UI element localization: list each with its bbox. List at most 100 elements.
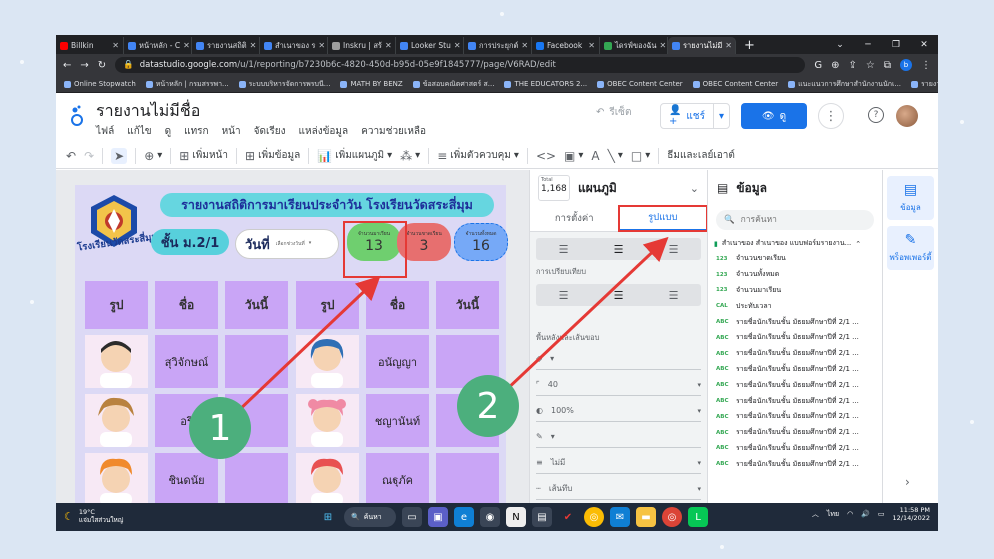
border-weight-select[interactable]: ≡ ไม่มี ▾ — [536, 452, 701, 474]
bookmark-item[interactable]: Online Stopwatch — [64, 80, 136, 88]
browser-tab[interactable]: Billkin ✕ — [56, 37, 124, 54]
community-viz-button[interactable]: ⁂ ▾ — [400, 149, 420, 163]
data-field[interactable]: ABC รายชื่อนักเรียนชั้น มัธยมศึกษาปีที่ 2… — [708, 393, 882, 409]
browser-tab[interactable]: Inskru | สร้ ✕ — [328, 37, 396, 54]
zoom-button[interactable]: ⊕ ▾ — [144, 149, 162, 163]
date-range-control[interactable]: วันที่ เลือกช่วงวันที่ ▾ — [235, 229, 339, 259]
menu-item[interactable]: แทรก — [184, 124, 208, 139]
close-tab-icon[interactable]: ✕ — [318, 41, 325, 50]
total-count-scorecard[interactable]: จำนวนทั้งหมด 16 — [454, 223, 508, 261]
collapse-icon[interactable]: ⌃ — [855, 240, 861, 248]
chrome-icon[interactable]: ◎ — [584, 507, 604, 527]
data-field[interactable]: ABC รายชื่อนักเรียนชั้น มัธยมศึกษาปีที่ 2… — [708, 456, 882, 472]
reset-button[interactable]: ↶ รีเซ็ต — [596, 105, 631, 120]
rail-properties-button[interactable]: ✎ พร็อพเพอร์ตี้ — [887, 226, 934, 270]
report-title[interactable]: รายงานไม่มีชื่อ — [96, 99, 200, 124]
embed-code-button[interactable]: <> — [536, 149, 556, 163]
extensions-icon[interactable]: ⧉ — [884, 60, 891, 71]
close-tab-icon[interactable]: ✕ — [588, 41, 595, 50]
text-button[interactable]: A — [591, 149, 599, 163]
undo-button[interactable]: ↶ — [66, 149, 76, 163]
url-bar[interactable]: 🔒 datastudio.google.com/u/1/reporting/b7… — [115, 57, 806, 73]
browser-tab[interactable]: รายงานสถิติ ✕ — [192, 37, 260, 54]
kebab-menu-icon[interactable]: ⋮ — [921, 60, 931, 71]
reload-icon[interactable]: ↻ — [98, 60, 106, 71]
google-icon[interactable]: G — [814, 60, 822, 71]
align-left-icon[interactable]: ☰ — [559, 243, 569, 256]
clock[interactable]: 11:58 PM 12/14/2022 — [893, 506, 930, 523]
border-radius-select[interactable]: ⌜ 40 ▾ — [536, 374, 701, 396]
tab-search-icon[interactable]: ⌄ — [826, 40, 854, 50]
image-button[interactable]: ▣ ▾ — [564, 149, 583, 163]
field-search[interactable]: 🔍 — [716, 210, 874, 230]
close-tab-icon[interactable]: ✕ — [183, 41, 190, 50]
browser-tab[interactable]: การประยุกต์ ✕ — [464, 37, 532, 54]
align-right-icon[interactable]: ☰ — [669, 289, 679, 302]
add-control-button[interactable]: ≡ เพิ่มตัวควบคุม ▾ — [437, 148, 519, 163]
chart-type-header[interactable]: Total 1,168 แผนภูมิ ⌄ — [530, 170, 707, 206]
help-icon[interactable]: ? — [868, 107, 884, 123]
data-field[interactable]: ABC รายชื่อนักเรียนชั้น มัธยมศึกษาปีที่ 2… — [708, 409, 882, 425]
data-field[interactable]: ABC รายชื่อนักเรียนชั้น มัธยมศึกษาปีที่ 2… — [708, 362, 882, 378]
rail-data-button[interactable]: ▤ ข้อมูล — [887, 176, 934, 220]
tab-setup[interactable]: การตั้งค่า — [530, 206, 619, 231]
folder-icon[interactable]: ▬ — [636, 507, 656, 527]
add-page-button[interactable]: ⊞ เพิ่มหน้า — [179, 148, 228, 163]
close-tab-icon[interactable]: ✕ — [112, 41, 119, 50]
add-data-button[interactable]: ⊞ เพิ่มข้อมูล — [245, 148, 300, 163]
fill-color-picker[interactable]: ◈ ▾ — [536, 348, 701, 370]
bookmark-item[interactable]: หน้าหลัก | กรมสรรพา... — [145, 79, 229, 90]
browser-tab[interactable]: สำเนาของ ร ✕ — [260, 37, 328, 54]
align-center-icon[interactable]: ☰ — [614, 289, 624, 302]
menu-item[interactable]: ความช่วยเหลือ — [361, 124, 426, 139]
data-field[interactable]: ABC รายชื่อนักเรียนชั้น มัธยมศึกษาปีที่ 2… — [708, 330, 882, 346]
data-field[interactable]: ABC รายชื่อนักเรียนชั้น มัธยมศึกษาปีที่ 2… — [708, 314, 882, 330]
bookmark-item[interactable]: รายงานสถิติการมาเรียน... — [911, 79, 938, 90]
menu-item[interactable]: จัดเรียง — [254, 124, 286, 139]
close-tab-icon[interactable]: ✕ — [250, 41, 257, 50]
menu-item[interactable]: หน้า — [222, 124, 241, 139]
mail-icon[interactable]: ✉ — [610, 507, 630, 527]
chrome-profile-icon[interactable]: ◎ — [662, 507, 682, 527]
bookmark-item[interactable]: THE EDUCATORS 2... — [504, 80, 587, 88]
data-field[interactable]: CAL ประทับเวลา — [708, 298, 882, 314]
taskbar-search[interactable]: 🔍 ค้นหา — [344, 507, 396, 527]
bookmark-item[interactable]: MATH BY BENZ — [340, 80, 403, 88]
align-right-icon[interactable]: ☰ — [669, 243, 679, 256]
minimize-button[interactable]: ─ — [854, 40, 882, 50]
data-field[interactable]: ABC รายชื่อนักเรียนชั้น มัธยมศึกษาปีที่ 2… — [708, 425, 882, 441]
browser-tab[interactable]: หน้าหลัก - C ✕ — [124, 37, 192, 54]
data-field[interactable]: 123 จำนวนมาเรียน — [708, 283, 882, 299]
browser-tab[interactable]: รายงานไม่มี ✕ — [668, 37, 736, 54]
data-source-row[interactable]: ▮ สำเนาของ สำเนาของ แบบฟอร์มรายงาน... ⌃ — [714, 238, 876, 249]
add-chart-button[interactable]: 📊 เพิ่มแผนภูมิ ▾ — [317, 148, 392, 163]
bookmark-item[interactable]: OBEC Content Center — [692, 80, 778, 88]
close-window-button[interactable]: ✕ — [910, 40, 938, 50]
data-field[interactable]: ABC รายชื่อนักเรียนชั้น มัธยมศึกษาปีที่ 2… — [708, 377, 882, 393]
data-field[interactable]: ABC รายชื่อนักเรียนชั้น มัธยมศึกษาปีที่ 2… — [708, 346, 882, 362]
input-language[interactable]: ไทย — [827, 509, 839, 520]
maximize-button[interactable]: ❐ — [882, 40, 910, 50]
more-options-button[interactable]: ⋮ — [818, 103, 844, 129]
back-icon[interactable]: ← — [63, 60, 71, 71]
new-tab-button[interactable]: + — [736, 37, 763, 54]
data-field[interactable]: 123 จำนวนขาดเรียน — [708, 251, 882, 267]
line-button[interactable]: ╲ ▾ — [608, 149, 623, 163]
bookmark-star-icon[interactable]: ☆ — [866, 60, 875, 71]
close-tab-icon[interactable]: ✕ — [454, 41, 461, 50]
chevron-down-icon[interactable]: ⌄ — [690, 182, 699, 195]
bookmark-item[interactable]: แนะแนวการศึกษาสำนักงานนักเ... — [788, 79, 901, 90]
field-search-input[interactable] — [740, 215, 841, 225]
close-tab-icon[interactable]: ✕ — [521, 41, 528, 50]
menu-item[interactable]: ดู — [165, 124, 172, 139]
menu-item[interactable]: แก้ไข — [127, 124, 151, 139]
weather-widget[interactable]: ☾ 19°C แจ่มใสส่วนใหญ่ — [56, 508, 123, 525]
data-field[interactable]: 123 จำนวนทั้งหมด — [708, 267, 882, 283]
theme-layout-button[interactable]: ธีมและเลย์เอาต์ — [667, 148, 735, 163]
browser-tab[interactable]: ไดรฟ์ของฉัน ✕ — [600, 37, 668, 54]
view-button[interactable]: 👁 ดู — [741, 103, 807, 129]
app-red-icon[interactable]: ✔ — [558, 507, 578, 527]
bookmark-item[interactable]: ระบบบริหารจัดการพรบนี... — [238, 79, 330, 90]
tray-chevron-up-icon[interactable]: ︿ — [812, 509, 819, 519]
camera-icon[interactable]: ◉ — [480, 507, 500, 527]
